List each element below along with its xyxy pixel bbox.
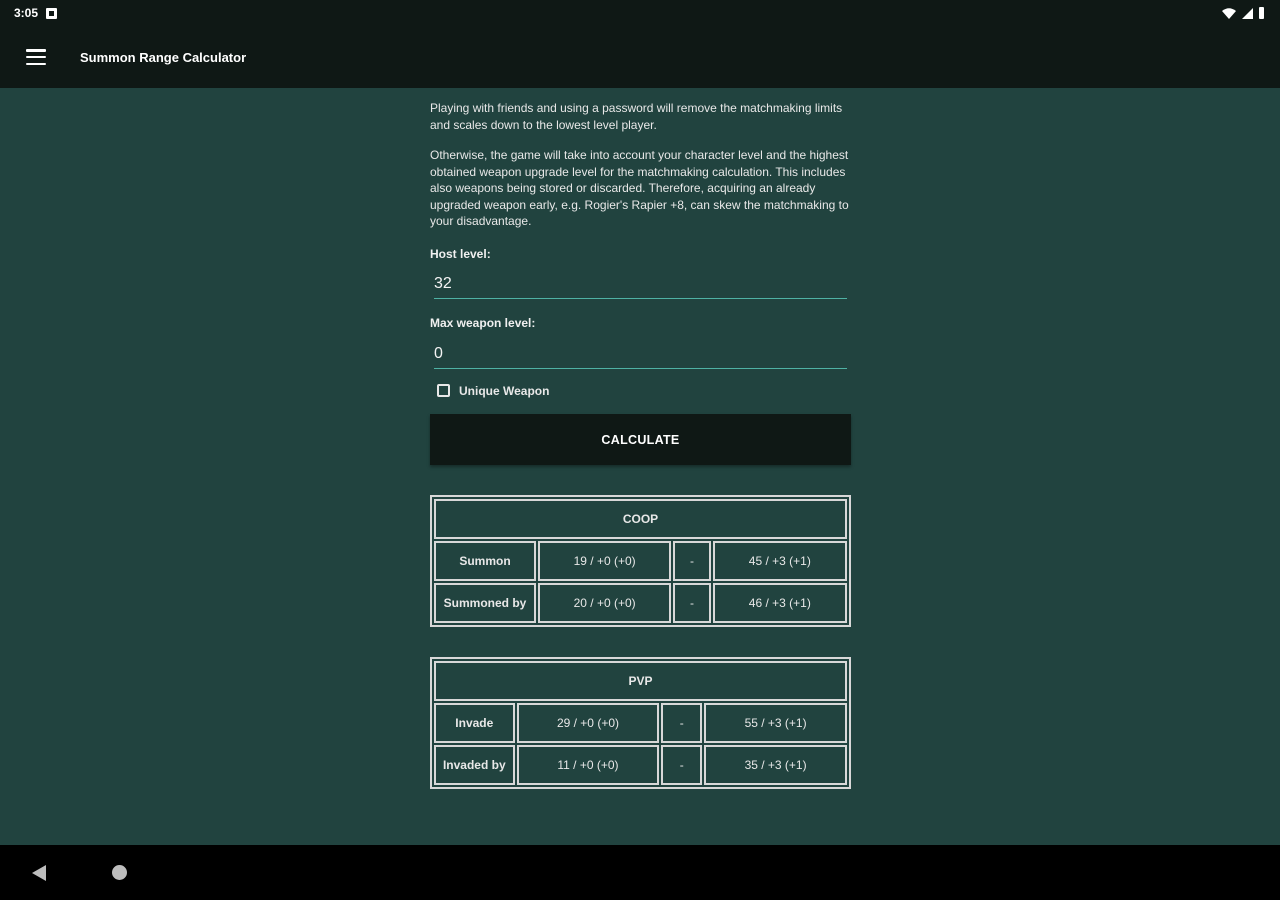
- pvp-invade-max: 55 / +3 (+1): [704, 703, 847, 743]
- pvp-invaded-by-min: 11 / +0 (+0): [516, 745, 660, 785]
- battery-icon: [1259, 7, 1264, 19]
- table-row: Summon 19 / +0 (+0) - 45 / +3 (+1): [434, 541, 847, 581]
- status-bar: 3:05: [0, 0, 1280, 26]
- navigation-bar: [0, 845, 1280, 900]
- info-paragraph-password: Playing with friends and using a passwor…: [430, 101, 843, 132]
- coop-summon-label: Summon: [434, 541, 536, 581]
- coop-summoned-by-separator: -: [673, 583, 711, 623]
- pvp-header-row: PVP: [434, 661, 847, 701]
- info-paragraph-matchmaking: Otherwise, the game will take into accou…: [430, 148, 849, 228]
- pvp-title: PVP: [434, 661, 847, 701]
- cell-signal-icon: [1242, 7, 1253, 19]
- wifi-icon: [1222, 7, 1236, 19]
- coop-summon-separator: -: [673, 541, 711, 581]
- status-right: [1222, 7, 1264, 19]
- coop-summoned-by-label: Summoned by: [434, 583, 536, 623]
- max-weapon-level-field-container: [434, 340, 847, 369]
- pvp-invaded-by-label: Invaded by: [434, 745, 515, 785]
- back-icon[interactable]: [32, 864, 46, 881]
- app-bar: Summon Range Calculator: [0, 26, 1280, 88]
- app-title: Summon Range Calculator: [80, 49, 247, 65]
- host-level-field-container: [434, 270, 847, 299]
- table-row: Invade 29 / +0 (+0) - 55 / +3 (+1): [434, 703, 847, 743]
- max-weapon-level-input[interactable]: [434, 344, 847, 368]
- coop-summoned-by-min: 20 / +0 (+0): [537, 583, 672, 623]
- calculator-content: Playing with friends and using a passwor…: [430, 88, 851, 789]
- coop-summon-max: 45 / +3 (+1): [712, 541, 847, 581]
- coop-summoned-by-max: 46 / +3 (+1): [712, 583, 847, 623]
- pvp-invade-separator: -: [661, 703, 703, 743]
- table-row: Invaded by 11 / +0 (+0) - 35 / +3 (+1): [434, 745, 847, 785]
- coop-summon-min: 19 / +0 (+0): [537, 541, 672, 581]
- coop-title: COOP: [434, 499, 847, 539]
- pvp-invade-min: 29 / +0 (+0): [516, 703, 660, 743]
- unique-weapon-checkbox-row[interactable]: Unique Weapon: [437, 383, 851, 400]
- status-left: 3:05: [14, 6, 58, 20]
- calculate-button[interactable]: CALCULATE: [430, 414, 851, 465]
- max-weapon-level-label: Max weapon level:: [430, 316, 536, 330]
- pvp-invaded-by-max: 35 / +3 (+1): [704, 745, 847, 785]
- coop-table: COOP Summon 19 / +0 (+0) - 45 / +3 (+1) …: [430, 495, 851, 627]
- pvp-invaded-by-separator: -: [661, 745, 703, 785]
- pvp-invade-label: Invade: [434, 703, 515, 743]
- home-icon[interactable]: [112, 865, 127, 880]
- menu-icon[interactable]: [26, 49, 46, 65]
- table-row: Summoned by 20 / +0 (+0) - 46 / +3 (+1): [434, 583, 847, 623]
- unique-weapon-checkbox[interactable]: [437, 384, 450, 398]
- notification-icon: [46, 7, 58, 19]
- host-level-input[interactable]: [434, 275, 847, 298]
- host-level-label: Host level:: [430, 246, 491, 261]
- unique-weapon-label: Unique Weapon: [459, 383, 550, 398]
- coop-header-row: COOP: [434, 499, 847, 539]
- pvp-table: PVP Invade 29 / +0 (+0) - 55 / +3 (+1) I…: [430, 657, 851, 789]
- status-time: 3:05: [14, 6, 39, 20]
